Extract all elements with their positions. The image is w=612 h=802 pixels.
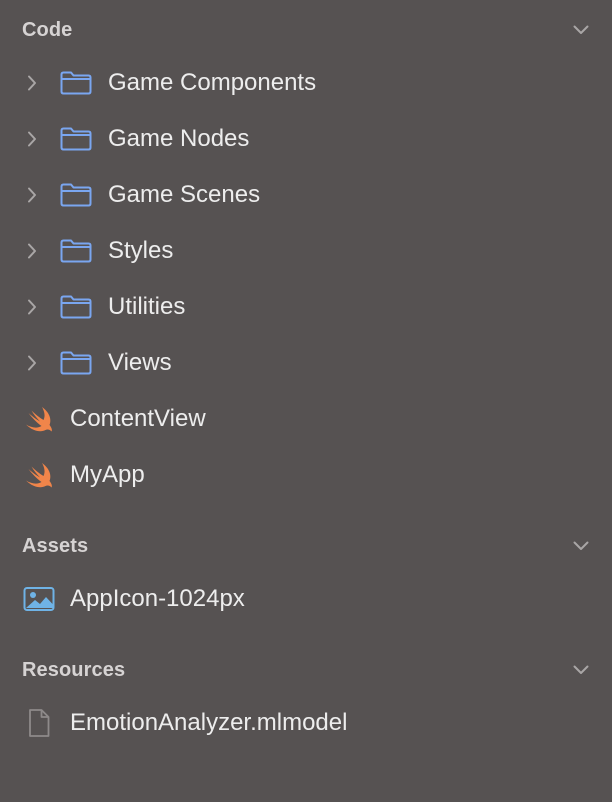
file-label: EmotionAnalyzer.mlmodel (70, 709, 348, 736)
file-row-myapp[interactable]: MyApp (0, 453, 612, 497)
folder-label: Views (108, 349, 172, 376)
file-row-appicon[interactable]: AppIcon-1024px (0, 577, 612, 621)
folder-row-utilities[interactable]: Utilities (0, 285, 612, 329)
folder-icon (60, 182, 92, 208)
folder-icon (60, 126, 92, 152)
folder-label: Utilities (108, 293, 186, 320)
chevron-right-icon[interactable] (22, 297, 42, 317)
folder-icon (60, 350, 92, 376)
chevron-right-icon[interactable] (22, 185, 42, 205)
folder-label: Styles (108, 237, 174, 264)
swift-file-icon (22, 460, 56, 490)
file-label: ContentView (70, 405, 206, 432)
folder-row-views[interactable]: Views (0, 341, 612, 385)
chevron-down-icon[interactable] (570, 19, 592, 41)
section-title-assets: Assets (22, 534, 89, 557)
chevron-down-icon[interactable] (570, 535, 592, 557)
file-row-emotionanalyzer[interactable]: EmotionAnalyzer.mlmodel (0, 701, 612, 745)
section-title-resources: Resources (22, 658, 126, 681)
folder-row-game-components[interactable]: Game Components (0, 61, 612, 105)
file-row-contentview[interactable]: ContentView (0, 397, 612, 441)
image-file-icon (22, 584, 56, 614)
folder-icon (60, 70, 92, 96)
chevron-right-icon[interactable] (22, 129, 42, 149)
chevron-down-icon[interactable] (570, 659, 592, 681)
folder-row-styles[interactable]: Styles (0, 229, 612, 273)
folder-label: Game Scenes (108, 181, 261, 208)
swift-file-icon (22, 404, 56, 434)
folder-icon (60, 294, 92, 320)
section-header-resources[interactable]: Resources (22, 656, 592, 684)
section-header-code[interactable]: Code (22, 16, 592, 44)
folder-label: Game Components (108, 69, 317, 96)
section-header-assets[interactable]: Assets (22, 532, 592, 560)
chevron-right-icon[interactable] (22, 353, 42, 373)
folder-row-game-scenes[interactable]: Game Scenes (0, 173, 612, 217)
folder-icon (60, 238, 92, 264)
file-label: MyApp (70, 461, 145, 488)
section-title-code: Code (22, 18, 73, 41)
file-label: AppIcon-1024px (70, 585, 245, 612)
folder-row-game-nodes[interactable]: Game Nodes (0, 117, 612, 161)
folder-label: Game Nodes (108, 125, 250, 152)
chevron-right-icon[interactable] (22, 241, 42, 261)
document-file-icon (22, 708, 56, 738)
chevron-right-icon[interactable] (22, 73, 42, 93)
